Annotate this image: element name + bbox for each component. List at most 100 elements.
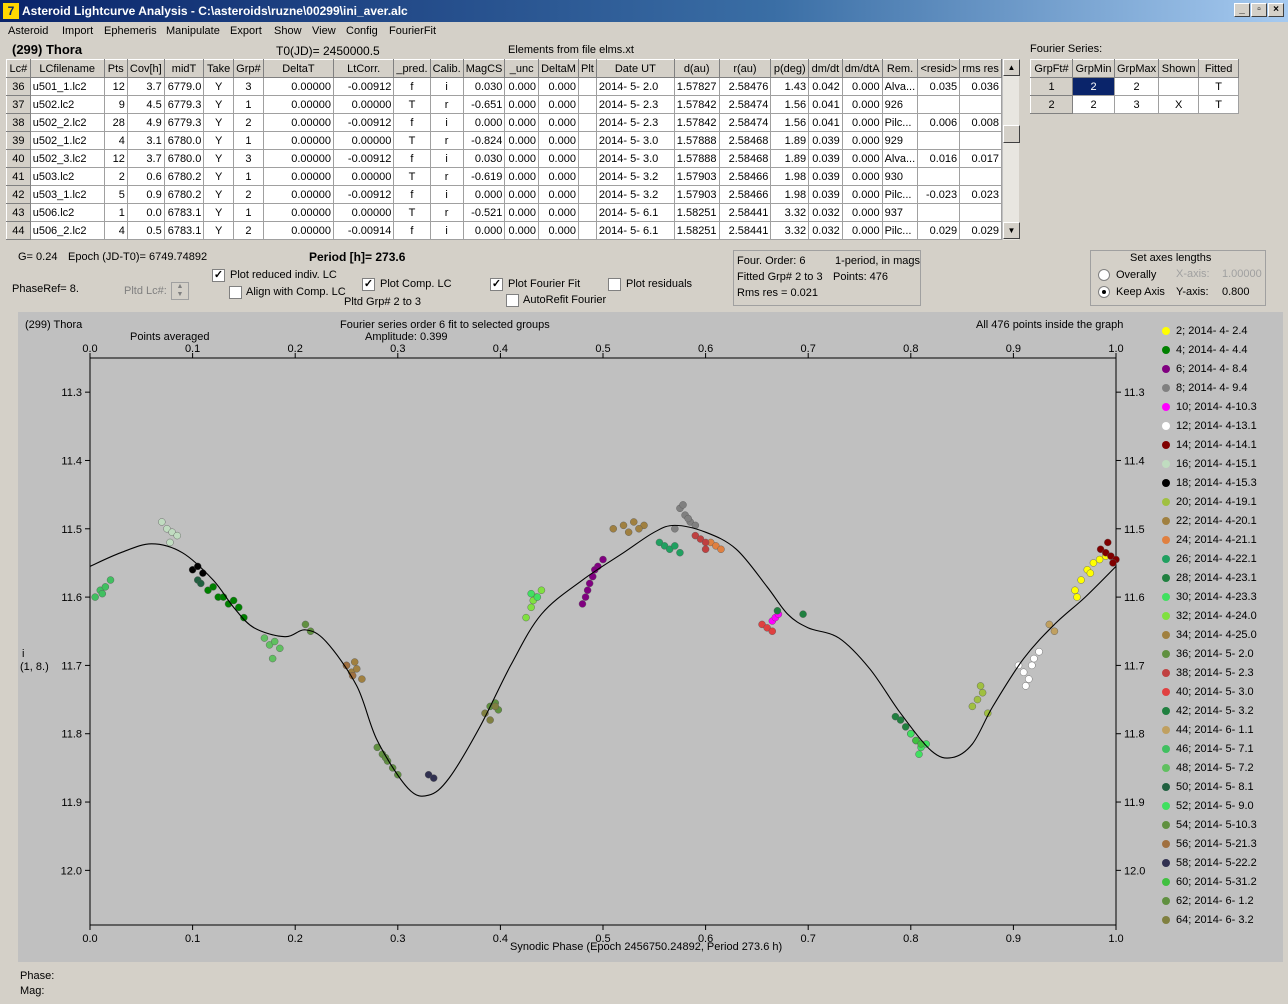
legend-item: 24; 2014- 4-21.1 xyxy=(1160,533,1284,552)
data-point xyxy=(240,613,248,622)
legend-swatch xyxy=(1162,593,1170,601)
legend-label: 60; 2014- 5-31.2 xyxy=(1176,876,1257,888)
legend-label: 14; 2014- 4-14.1 xyxy=(1176,439,1257,451)
x-tick-label-top: 0.8 xyxy=(903,343,918,355)
data-point xyxy=(799,610,807,618)
legend-item: 4; 2014- 4- 4.4 xyxy=(1160,343,1284,362)
legend-label: 22; 2014- 4-20.1 xyxy=(1176,515,1257,527)
legend-swatch xyxy=(1162,422,1170,430)
data-point xyxy=(1089,559,1098,567)
data-point xyxy=(684,514,692,523)
x-tick-label-top: 0.0 xyxy=(82,343,97,355)
x-tick-label-bottom: 0.3 xyxy=(390,933,405,945)
legend-swatch xyxy=(1162,783,1170,791)
lightcurve-chart: 0.0 0.0 0.1 0.1 0.2 0.2 0.3 0.3 0.4 0.4 0.5 0.5 0.6 0… xyxy=(61,343,1146,945)
y-tick-label-right: 11.5 xyxy=(1124,524,1145,536)
data-point xyxy=(527,589,535,598)
legend-item: 20; 2014- 4-19.1 xyxy=(1160,495,1284,514)
data-point xyxy=(276,644,284,653)
legend-label: 24; 2014- 4-21.1 xyxy=(1176,534,1257,546)
legend-item: 60; 2014- 5-31.2 xyxy=(1160,875,1284,894)
legend-label: 62; 2014- 6- 1.2 xyxy=(1176,895,1254,907)
legend-label: 12; 2014- 4-13.1 xyxy=(1176,420,1257,432)
legend-label: 34; 2014- 4-25.0 xyxy=(1176,629,1257,641)
legend-swatch xyxy=(1162,726,1170,734)
x-tick-label-top: 0.9 xyxy=(1006,343,1021,355)
data-point xyxy=(270,637,279,646)
data-point xyxy=(351,658,359,666)
legend-swatch xyxy=(1162,745,1170,753)
data-point xyxy=(701,538,710,547)
data-point xyxy=(533,593,542,601)
legend-swatch xyxy=(1162,574,1170,582)
legend-label: 52; 2014- 5- 9.0 xyxy=(1176,800,1254,812)
y-tick-label-right: 11.7 xyxy=(1124,660,1145,672)
legend-swatch xyxy=(1162,688,1170,696)
data-point xyxy=(522,613,530,622)
data-point xyxy=(907,730,915,738)
legend-item: 40; 2014- 5- 3.0 xyxy=(1160,685,1284,704)
legend-label: 44; 2014- 6- 1.1 xyxy=(1176,724,1254,736)
data-point xyxy=(619,521,628,530)
data-point xyxy=(773,607,782,615)
data-point xyxy=(268,654,277,663)
legend-label: 6; 2014- 4- 8.4 xyxy=(1176,363,1248,375)
data-point xyxy=(101,583,110,591)
data-point xyxy=(671,542,679,550)
x-tick-label-top: 0.7 xyxy=(801,343,816,355)
legend-item: 26; 2014- 4-22.1 xyxy=(1160,552,1284,571)
y-tick-label-left: 11.9 xyxy=(61,797,82,809)
legend-item: 16; 2014- 4-15.1 xyxy=(1160,457,1284,476)
legend-item: 36; 2014- 5- 2.0 xyxy=(1160,647,1284,666)
legend-swatch xyxy=(1162,555,1170,563)
legend-item: 14; 2014- 4-14.1 xyxy=(1160,438,1284,457)
data-point xyxy=(491,702,499,711)
legend-item: 18; 2014- 4-15.3 xyxy=(1160,476,1284,495)
legend-item: 54; 2014- 5-10.3 xyxy=(1160,818,1284,837)
data-point xyxy=(635,525,643,533)
legend-item: 50; 2014- 5- 8.1 xyxy=(1160,780,1284,799)
data-point xyxy=(717,545,725,553)
x-tick-label-top: 1.0 xyxy=(1108,343,1123,355)
data-point xyxy=(1071,586,1079,594)
y-tick-label-left: 11.8 xyxy=(61,729,82,741)
data-point xyxy=(578,600,587,608)
data-point xyxy=(91,593,99,601)
x-tick-label-bottom: 1.0 xyxy=(1108,933,1123,945)
legend-item: 38; 2014- 5- 2.3 xyxy=(1160,666,1284,685)
legend-label: 10; 2014- 4-10.3 xyxy=(1176,401,1257,413)
y-tick-label-left: 12.0 xyxy=(61,865,82,877)
x-tick-label-bottom: 0.0 xyxy=(82,933,97,945)
legend-item: 46; 2014- 5- 7.1 xyxy=(1160,742,1284,761)
legend-label: 36; 2014- 5- 2.0 xyxy=(1176,648,1254,660)
data-point xyxy=(583,586,592,594)
status-mag: Mag: xyxy=(20,985,45,997)
legend-item: 32; 2014- 4-24.0 xyxy=(1160,609,1284,628)
legend-swatch xyxy=(1162,384,1170,392)
data-point xyxy=(1104,538,1112,547)
data-point xyxy=(701,545,710,553)
data-point xyxy=(679,501,687,509)
y-tick-label-left: 11.5 xyxy=(61,524,82,536)
legend-label: 46; 2014- 5- 7.1 xyxy=(1176,743,1254,755)
x-tick-label-bottom: 0.4 xyxy=(493,933,508,945)
x-tick-label-bottom: 0.1 xyxy=(185,933,200,945)
legend-label: 30; 2014- 4-23.3 xyxy=(1176,591,1257,603)
legend-item: 42; 2014- 5- 3.2 xyxy=(1160,704,1284,723)
legend-item: 8; 2014- 4- 9.4 xyxy=(1160,381,1284,400)
y-tick-label-left: 11.6 xyxy=(61,592,82,604)
legend-swatch xyxy=(1162,821,1170,829)
data-point xyxy=(158,518,166,526)
data-point xyxy=(1095,555,1104,564)
x-tick-label-bottom: 0.6 xyxy=(698,933,713,945)
legend-label: 16; 2014- 4-15.1 xyxy=(1176,458,1257,470)
legend-swatch xyxy=(1162,498,1170,506)
y-tick-label-left: 11.7 xyxy=(61,660,82,672)
data-point xyxy=(260,634,269,642)
legend-swatch xyxy=(1162,669,1170,677)
y-tick-label-right: 12.0 xyxy=(1124,865,1145,877)
legend-item: 48; 2014- 5- 7.2 xyxy=(1160,761,1284,780)
legend-swatch xyxy=(1162,631,1170,639)
x-tick-label-top: 0.6 xyxy=(698,343,713,355)
data-point xyxy=(1109,559,1117,567)
